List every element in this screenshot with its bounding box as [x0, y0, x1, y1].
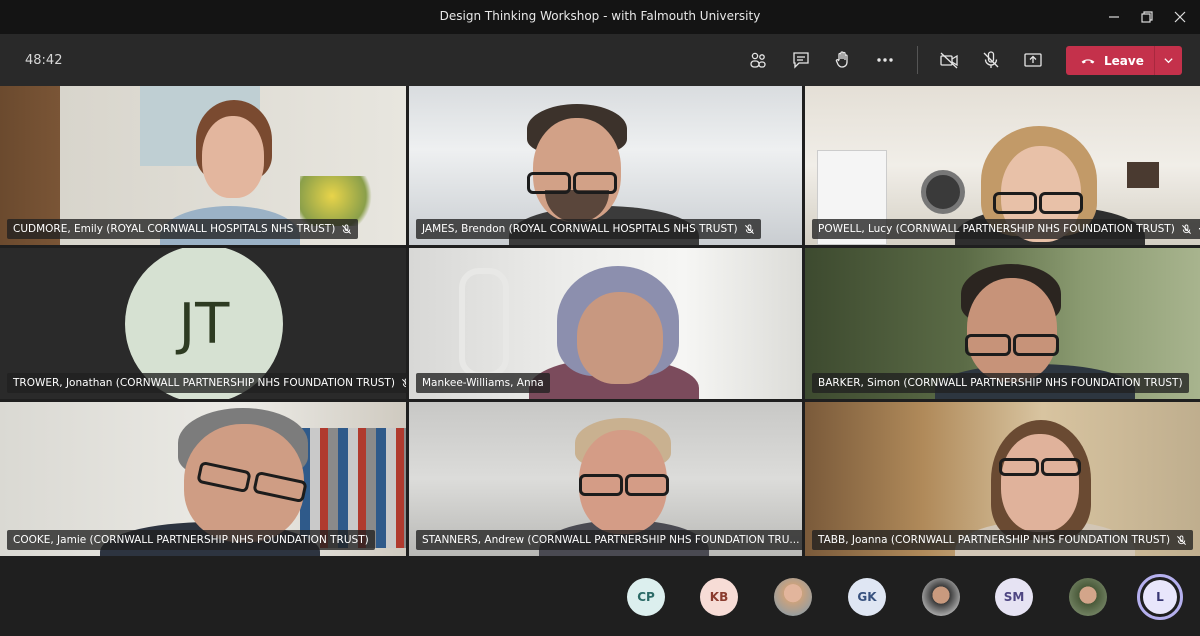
leave-button[interactable]: Leave — [1066, 46, 1182, 75]
participant-name-badge: COOKE, Jamie (CORNWALL PARTNERSHIP NHS F… — [7, 530, 375, 550]
roster-avatar[interactable]: SM — [995, 578, 1033, 616]
restore-button[interactable] — [1136, 6, 1158, 28]
roster-avatar-photo[interactable] — [774, 578, 812, 616]
participant-roster: CP KB GK SM L — [0, 556, 1200, 636]
participant-name-badge: Mankee-Williams, Anna — [416, 373, 550, 393]
video-tile[interactable]: STANNERS, Andrew (CORNWALL PARTNERSHIP N… — [409, 402, 802, 556]
video-tile[interactable]: BARKER, Simon (CORNWALL PARTNERSHIP NHS … — [805, 248, 1200, 399]
video-tile[interactable]: POWELL, Lucy (CORNWALL PARTNERSHIP NHS F… — [805, 86, 1200, 245]
more-actions-button[interactable] — [873, 48, 897, 72]
leave-options-button[interactable] — [1155, 55, 1182, 66]
roster-avatar[interactable]: KB — [700, 578, 738, 616]
roster-avatar-active[interactable]: L — [1137, 574, 1183, 620]
meeting-timer: 48:42 — [25, 53, 63, 68]
share-screen-button[interactable] — [1021, 48, 1045, 72]
hand-icon — [835, 51, 848, 68]
mic-muted-icon — [342, 223, 352, 234]
video-tile[interactable]: JAMES, Brendon (ROYAL CORNWALL HOSPITALS… — [409, 86, 802, 245]
mic-muted-icon — [1177, 534, 1187, 545]
window-title: Design Thinking Workshop - with Falmouth… — [439, 9, 761, 23]
meeting-toolbar: 48:42 Leave — [0, 34, 1200, 86]
participants-button[interactable] — [746, 48, 770, 72]
roster-avatar-photo[interactable] — [1069, 578, 1107, 616]
share-tray-icon — [1024, 53, 1042, 67]
participant-name-badge: BARKER, Simon (CORNWALL PARTNERSHIP NHS … — [812, 373, 1189, 393]
roster-avatar[interactable]: CP — [627, 578, 665, 616]
mic-toggle-button[interactable] — [979, 48, 1003, 72]
mic-muted-icon — [1181, 223, 1191, 234]
raise-hand-button[interactable] — [831, 48, 855, 72]
roster-avatar[interactable]: GK — [848, 578, 886, 616]
video-tile[interactable]: TABB, Joanna (CORNWALL PARTNERSHIP NHS F… — [805, 402, 1200, 556]
minimize-button[interactable] — [1103, 6, 1125, 28]
people-icon — [750, 52, 766, 68]
participant-name-badge: STANNERS, Andrew (CORNWALL PARTNERSHIP N… — [416, 530, 802, 550]
participant-name-badge: TABB, Joanna (CORNWALL PARTNERSHIP NHS F… — [812, 530, 1194, 550]
video-tile[interactable]: CUDMORE, Emily (ROYAL CORNWALL HOSPITALS… — [0, 86, 406, 245]
mic-muted-icon — [744, 223, 754, 234]
camera-off-icon — [940, 52, 958, 69]
video-tile[interactable]: Mankee-Williams, Anna — [409, 248, 802, 399]
chat-button[interactable] — [789, 48, 813, 72]
mic-muted-icon — [402, 378, 406, 387]
toolbar-divider — [917, 46, 918, 74]
close-button[interactable] — [1169, 6, 1191, 28]
leave-label: Leave — [1104, 53, 1144, 68]
roster-avatar-initials: L — [1143, 580, 1177, 614]
video-tile[interactable]: JT TROWER, Jonathan (CORNWALL PARTNERSHI… — [0, 248, 406, 399]
close-icon — [1174, 11, 1186, 23]
video-tile[interactable]: COOKE, Jamie (CORNWALL PARTNERSHIP NHS F… — [0, 402, 406, 556]
camera-toggle-button[interactable] — [937, 48, 961, 72]
more-icon — [877, 58, 893, 62]
minimize-icon — [1109, 16, 1119, 18]
video-grid: CUDMORE, Emily (ROYAL CORNWALL HOSPITALS… — [0, 86, 1200, 556]
chat-icon — [793, 52, 809, 69]
leave-main[interactable]: Leave — [1066, 46, 1154, 75]
mic-off-icon — [983, 51, 999, 68]
participant-name-badge: TROWER, Jonathan (CORNWALL PARTNERSHIP N… — [7, 373, 406, 393]
participant-name-badge: JAMES, Brendon (ROYAL CORNWALL HOSPITALS… — [416, 219, 761, 239]
title-bar: Design Thinking Workshop - with Falmouth… — [0, 0, 1200, 34]
chevron-down-icon — [1164, 58, 1173, 64]
restore-icon — [1141, 11, 1153, 23]
participant-name-badge: CUDMORE, Emily (ROYAL CORNWALL HOSPITALS… — [7, 219, 359, 239]
roster-avatar-photo[interactable] — [922, 578, 960, 616]
participant-name-badge: POWELL, Lucy (CORNWALL PARTNERSHIP NHS F… — [812, 219, 1200, 239]
phone-hangup-icon — [1081, 58, 1095, 64]
